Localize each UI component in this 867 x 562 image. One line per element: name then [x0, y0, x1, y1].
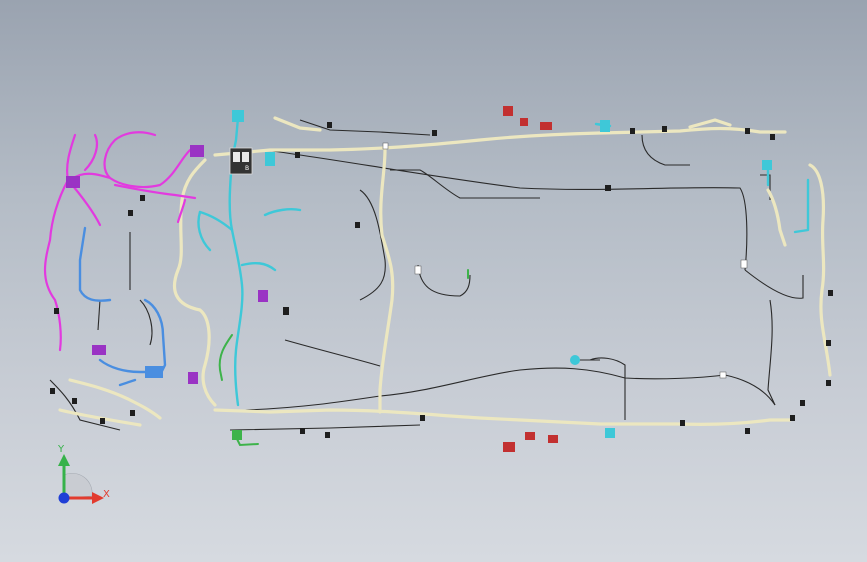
axis-triad-plane [63, 472, 93, 499]
y-axis-arrowhead [58, 454, 70, 466]
y-axis-label: Y [57, 444, 65, 455]
relay-box-label: B [245, 165, 249, 172]
cad-viewport[interactable]: B Y X [0, 0, 867, 562]
green-branch [218, 269, 469, 447]
blue-branch [78, 226, 167, 387]
x-axis-label: X [103, 489, 110, 500]
magenta-branch [43, 131, 197, 352]
connectors: B [50, 106, 833, 452]
main-harness-trunk [58, 116, 832, 427]
wiring-harness-model[interactable]: B Y X [0, 0, 867, 562]
z-axis-dot [58, 492, 70, 504]
thin-wire-network [49, 119, 804, 431]
cyan-branch [197, 116, 810, 407]
axis-triad[interactable]: Y X [57, 444, 110, 504]
